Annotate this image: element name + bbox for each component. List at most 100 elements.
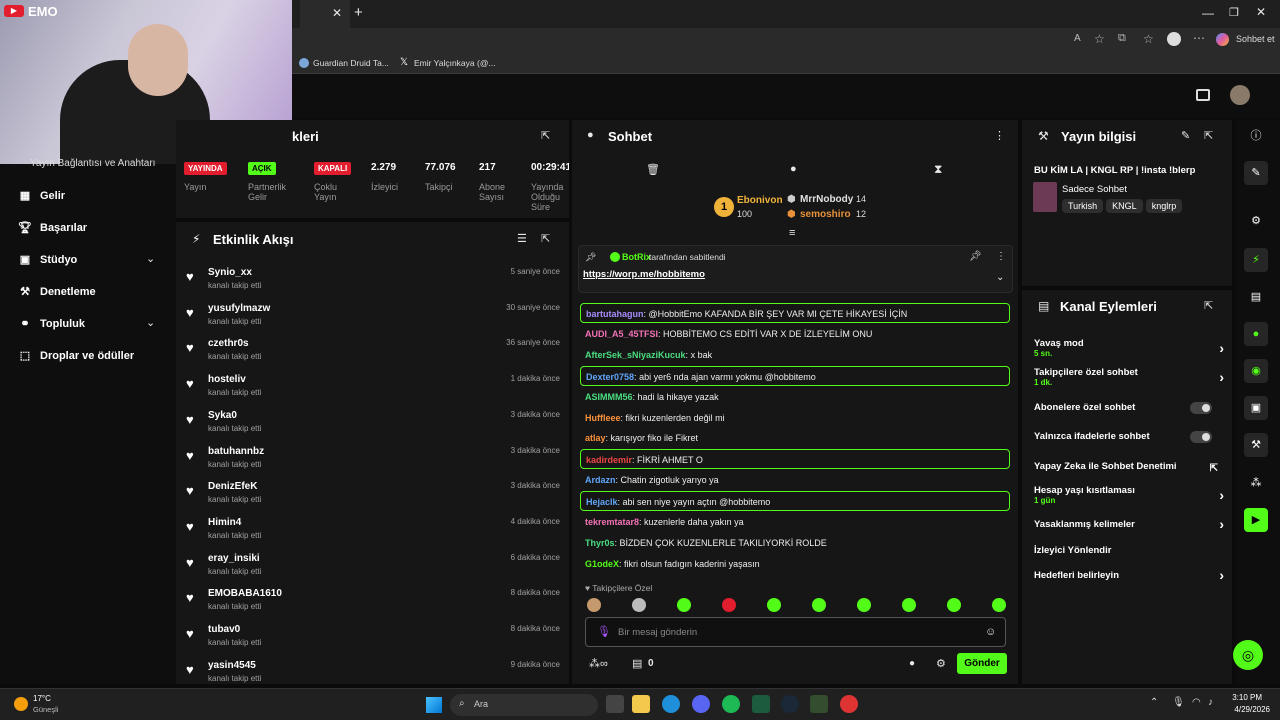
feed-user[interactable]: yasin4545 <box>208 660 256 671</box>
chat-message[interactable]: Huffleee: fikri kuzenlerden değil mi <box>580 408 1010 428</box>
chat-username[interactable]: G1odeX <box>585 559 619 569</box>
popout-icon[interactable]: ⇱ <box>541 232 550 245</box>
chat-username[interactable]: Dexter0758 <box>586 372 634 382</box>
document-icon[interactable]: ▤ <box>1244 285 1268 309</box>
feed-item[interactable]: ♥ tubav0 kanalı takip etti 8 dakika önce <box>186 624 560 658</box>
chat-message[interactable]: ASIMMM56: hadi la hikaye yazak <box>580 387 1010 407</box>
task-view-icon[interactable] <box>606 695 624 713</box>
clip-icon[interactable]: ▶ <box>1244 508 1268 532</box>
feed-user[interactable]: eray_insiki <box>208 553 260 564</box>
pinned-link[interactable]: https://worp.me/hobbitemo <box>583 269 705 280</box>
feed-user[interactable]: czethr0s <box>208 338 249 349</box>
chat-username[interactable]: tekremtatar8 <box>585 517 639 527</box>
favorites-icon[interactable]: ☆ <box>1143 32 1154 46</box>
chat-message[interactable]: tekremtatar8: kuzenlerle daha yakın ya <box>580 512 1010 532</box>
tray-chevron-up-icon[interactable]: ⌃ <box>1150 697 1158 708</box>
file-explorer-icon[interactable] <box>632 695 650 713</box>
lightning-icon[interactable]: ⚡︎ <box>1244 248 1268 272</box>
bookmark-1[interactable]: Guardian Druid Ta... <box>313 58 389 68</box>
copilot-label[interactable]: Sohbet et <box>1236 34 1275 44</box>
sidebar-item-droplar[interactable]: ⬚ Droplar ve ödüller <box>18 349 134 362</box>
action-followers-only[interactable]: Takipçilere özel sohbet 1 dk. › <box>1034 367 1224 387</box>
feed-item[interactable]: ♥ czethr0s kanalı takip etti 36 saniye önce <box>186 338 560 372</box>
unpin-icon[interactable]: 📌︎ <box>969 251 982 262</box>
clock-date[interactable]: 4/29/2026 <box>1222 705 1270 714</box>
mic-tray-icon[interactable]: 🎙︎ <box>1172 697 1185 708</box>
gear-icon[interactable]: ⚙ <box>936 657 946 670</box>
mic-icon[interactable]: 🎙︎ <box>597 625 611 638</box>
send-button[interactable]: Gönder <box>957 653 1007 674</box>
emote[interactable] <box>857 598 871 612</box>
action-slow-mode[interactable]: Yavaş mod 5 sn. › <box>1034 338 1224 358</box>
category-name[interactable]: Sadece Sohbet <box>1062 184 1127 195</box>
feed-item[interactable]: ♥ Synio_xx kanalı takip etti 5 saniye önce <box>186 267 560 301</box>
feed-user[interactable]: DenizEfeK <box>208 481 257 492</box>
trash-icon[interactable]: 🗑︎ <box>646 163 660 176</box>
edit-icon[interactable]: ✎ <box>1244 161 1268 185</box>
chat-username[interactable]: bartutahagun <box>586 309 644 319</box>
taskbar-search[interactable] <box>450 694 598 716</box>
user-avatar[interactable] <box>1230 85 1250 105</box>
popout-icon[interactable]: ⇱ <box>541 129 550 142</box>
feed-user[interactable]: hosteliv <box>208 374 246 385</box>
feed-user[interactable]: Syka0 <box>208 410 237 421</box>
window-close-icon[interactable]: ✕ <box>1256 5 1266 19</box>
emoji-icon[interactable]: ☺ <box>985 626 996 638</box>
points-icon[interactable]: ⁂∞ <box>589 657 608 670</box>
chat-username[interactable]: atlay <box>585 433 606 443</box>
feed-user[interactable]: tubav0 <box>208 624 240 635</box>
feed-user[interactable]: Himin4 <box>208 517 241 528</box>
chat-username[interactable]: AfterSek_sNiyaziKucuk <box>585 350 686 360</box>
chat-message[interactable]: AfterSek_sNiyaziKucuk: x bak <box>580 345 1010 365</box>
popout-icon[interactable]: ⇱ <box>1204 299 1213 312</box>
action-goals[interactable]: Hedefleri belirleyin › <box>1034 567 1224 583</box>
edit-icon[interactable]: ✎ <box>1181 129 1190 142</box>
edge-icon[interactable] <box>662 695 680 713</box>
sidebar-item-gelir[interactable]: ▦ Gelir <box>18 189 65 202</box>
top-user-3[interactable]: semoshiro <box>800 209 851 220</box>
windows-start-icon[interactable] <box>426 697 442 713</box>
emote[interactable] <box>812 598 826 612</box>
hourglass-icon[interactable]: ⧗ <box>934 162 942 177</box>
wifi-icon[interactable]: ◠ <box>1192 697 1201 708</box>
sidebar-item-studyo[interactable]: ▣ Stüdyo <box>18 253 77 266</box>
pinned-menu-icon[interactable]: ⋮ <box>996 251 1006 262</box>
chat-username[interactable]: Ardazn <box>585 475 616 485</box>
chat-username[interactable]: ASIMMM56 <box>585 392 633 402</box>
chat-message[interactable]: kadirdemir: FİKRİ AHMET O <box>580 449 1010 470</box>
chat-username[interactable]: AUDI_A5_45TFSI <box>585 329 658 339</box>
feed-user[interactable]: batuhannbz <box>208 446 264 457</box>
chevron-down-icon[interactable]: ⌄ <box>146 252 155 265</box>
top-user-2[interactable]: MrrNobody <box>800 194 853 205</box>
tag[interactable]: knglrp <box>1145 199 1183 213</box>
layout-icon[interactable]: ▣ <box>1244 396 1268 420</box>
discord-icon[interactable] <box>692 695 710 713</box>
volume-icon[interactable]: ♪ <box>1208 697 1213 708</box>
action-ai-moderation[interactable]: Yapay Zeka ile Sohbet Denetimi ⇱ <box>1034 461 1224 474</box>
share-icon[interactable]: ⁂ <box>1244 471 1268 495</box>
chat-message[interactable]: atlay: karışıyor fiko ile Fikret <box>580 428 1010 448</box>
tag[interactable]: Turkish <box>1062 199 1104 213</box>
feed-item[interactable]: ♥ Syka0 kanalı takip etti 3 dakika önce <box>186 410 560 444</box>
feed-item[interactable]: ♥ batuhannbz kanalı takip etti 3 dakika önc… <box>186 446 560 480</box>
emote[interactable] <box>902 598 916 612</box>
chevron-down-icon[interactable]: ⌄ <box>146 316 155 329</box>
profile-avatar[interactable] <box>1167 32 1181 46</box>
emote[interactable] <box>677 598 691 612</box>
filter-icon[interactable]: ☰ <box>517 232 527 245</box>
emote[interactable] <box>992 598 1006 612</box>
feed-user[interactable]: yusufylmazw <box>208 303 270 314</box>
wrench-icon[interactable]: ⚒ <box>1244 433 1268 457</box>
minimize-icon[interactable]: — <box>1202 6 1214 20</box>
feed-item[interactable]: ♥ Himin4 kanalı takip etti 4 dakika önce <box>186 517 560 551</box>
feed-item[interactable]: ♥ yusufylmazw kanalı takip etti 30 saniye ö… <box>186 303 560 337</box>
action-account-age[interactable]: Hesap yaşı kısıtlaması 1 gün › <box>1034 485 1224 505</box>
subscribers-only-toggle[interactable] <box>1190 402 1212 414</box>
steam-icon[interactable] <box>781 695 799 713</box>
gift-icon[interactable]: ▤ <box>632 657 642 670</box>
excel-icon[interactable] <box>752 695 770 713</box>
action-banned-words[interactable]: Yasaklanmış kelimeler › <box>1034 516 1224 532</box>
emote[interactable] <box>632 598 646 612</box>
tag[interactable]: KNGL <box>1106 199 1143 213</box>
info-icon[interactable]: ⓘ <box>1244 124 1268 148</box>
